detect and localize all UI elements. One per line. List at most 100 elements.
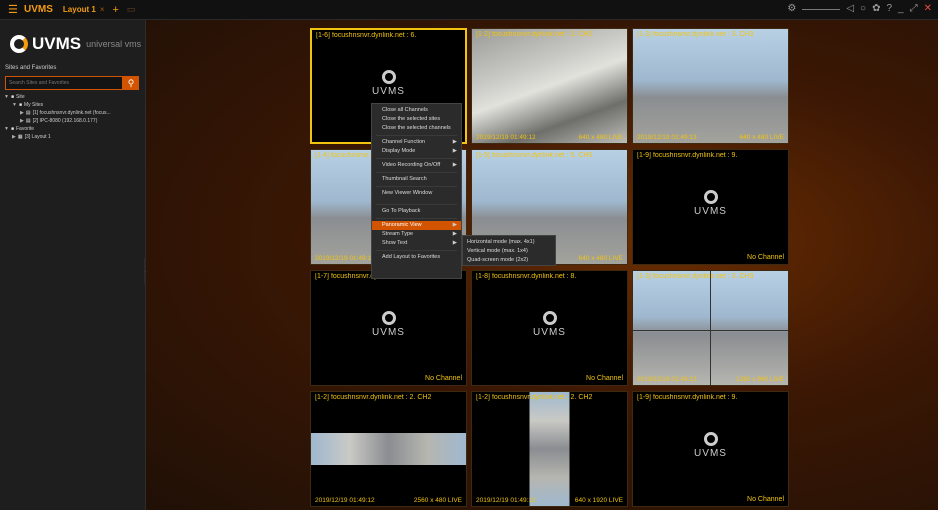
uvms-placeholder: UVMS (633, 190, 788, 217)
submenu-item-vertical-mode[interactable]: Vertical mode (max. 1x4) (463, 247, 555, 256)
tree-item-ipc-site[interactable]: ▶ ▤ [2] IPC-8080 (192.168.0.177) (0, 117, 145, 125)
video-tile[interactable]: [1-7] focushnsnvr.dynlink.net : 7. UVMS … (310, 270, 467, 386)
menu-item-go-to-playback[interactable]: Go To Playback (372, 207, 461, 216)
uvms-placeholder: UVMS (311, 311, 466, 338)
menu-item-display-mode[interactable]: Display Mode ▶ (372, 147, 461, 156)
timestamp: 2019/12/19 01:49:12 (476, 134, 536, 141)
menu-item-close-selected-channels[interactable]: Close the selected channels (372, 124, 461, 133)
title-bar: ☰ UVMS Layout 1 × + ▭ ⚙ ◁ ○ ✿ ? _ ⤢ ✕ (0, 0, 938, 20)
menu-item-channel-function[interactable]: Channel Function ▶ (372, 138, 461, 147)
menu-divider (376, 218, 457, 219)
menu-item-label: Channel Function (382, 139, 426, 145)
close-icon[interactable]: ✕ (924, 3, 932, 14)
menu-item-stream-type[interactable]: Stream Type ▶ (372, 230, 461, 239)
submenu-arrow-icon: ▶ (452, 231, 457, 237)
tile-title: [1-2] focushnsnvr.dynlink.net : 2. CH2 (476, 394, 593, 401)
logo-subtitle: universal vms (86, 39, 142, 49)
refresh-icon[interactable]: ○ (860, 3, 866, 14)
tab-layout-1[interactable]: Layout 1 (63, 5, 96, 14)
video-tile[interactable]: [1-2] focushnsnvr.dynlink.net : 2. CH2 2… (471, 391, 628, 507)
video-tile[interactable]: [1-9] focushnsnvr.dynlink.net : 9. UVMS … (632, 391, 789, 507)
menu-divider (376, 158, 457, 159)
uvms-logo-icon (10, 35, 28, 53)
tab-close-icon[interactable]: × (100, 5, 105, 14)
uvms-logo-icon (381, 311, 396, 325)
uvms-logo-icon (703, 190, 718, 204)
tile-title: [1-8] focushnsnvr.dynlink.net : 8. (476, 273, 577, 280)
placeholder-logo-text: UVMS (372, 327, 405, 338)
submenu-item-quad-screen-mode[interactable]: Quad-screen mode (2x2) (463, 256, 555, 265)
camera-feed (472, 29, 627, 143)
tree-item-nvr-site[interactable]: ▶ ▤ [1] focushnsnvr.dynlink.net (focus... (0, 109, 145, 117)
tree-item-site[interactable]: ▼ ■ Site (0, 93, 145, 101)
expand-arrow-icon[interactable]: ▶ (20, 118, 24, 124)
uvms-placeholder: UVMS (312, 70, 465, 97)
tree-item-label: [2] IPC-8080 (192.168.0.177) (32, 118, 98, 124)
folder-icon: ■ (18, 102, 22, 108)
submenu-item-horizontal-mode[interactable]: Horizontal mode (max. 4x1) (463, 238, 555, 247)
submenu-arrow-icon: ▶ (452, 162, 457, 168)
video-tile[interactable]: [1-3] focushnsnvr.dynlink.net : 3. CH3 2… (632, 28, 789, 144)
layout-icon: ▦ (17, 134, 23, 140)
tile-title: [1-3] focushnsnvr.dynlink.net : 3. CH3 (637, 273, 754, 280)
submenu-arrow-icon: ▶ (452, 240, 457, 246)
expand-arrow-icon[interactable]: ▼ (4, 126, 9, 132)
video-tile[interactable]: [1-9] focushnsnvr.dynlink.net : 9. UVMS … (632, 149, 789, 265)
uvms-logo-icon (542, 311, 557, 325)
volume-slider[interactable] (802, 3, 841, 10)
tab-options-icon[interactable]: ▭ (127, 4, 136, 15)
expand-arrow-icon[interactable]: ▼ (12, 102, 17, 108)
placeholder-logo-text: UVMS (372, 86, 405, 97)
video-tile[interactable]: [1-2] focushnsnvr.dynlink.net : 2. CH2 2… (310, 391, 467, 507)
menu-item-label: Panoramic View (382, 222, 422, 228)
tree-item-layout-1[interactable]: ▶ ▦ [3] Layout 1 (0, 133, 145, 141)
hamburger-menu-icon[interactable]: ☰ (8, 3, 20, 16)
camera-feed (633, 29, 788, 143)
search-input[interactable] (5, 76, 123, 90)
minimize-icon[interactable]: _ (898, 3, 904, 14)
uvms-placeholder: UVMS (472, 311, 627, 338)
resolution-label: 640 x 1920 LIVE (574, 497, 623, 504)
maximize-icon[interactable]: ⤢ (910, 3, 918, 14)
tree-item-label: Favorite (15, 126, 35, 132)
search-icon[interactable]: ⚲ (123, 76, 139, 90)
menu-item-video-recording[interactable]: Video Recording On/Off ▶ (372, 161, 461, 170)
context-menu: Close all Channels Close the selected si… (371, 103, 462, 279)
tile-title: [1-3] focushnsnvr.dynlink.net : 3. CH3 (637, 31, 754, 38)
video-tile[interactable]: [1-2] focushnsnvr.dynlink.net : 2. CH2 2… (471, 28, 628, 144)
tile-footer: 2019/12/19 01:49:13 640 x 480 LIVE (637, 134, 784, 141)
tile-title: [1-5] focushnsnvr.dynlink.net : 5. CH5 (476, 152, 593, 159)
tree-item-label: [1] focushnsnvr.dynlink.net (focus... (32, 110, 111, 116)
add-tab-button[interactable]: + (112, 4, 118, 16)
tree-item-favorite[interactable]: ▼ ■ Favorite (0, 125, 145, 133)
help-icon[interactable]: ? (886, 3, 892, 14)
menu-item-new-viewer-window[interactable]: New Viewer Window (372, 189, 461, 198)
folder-icon: ■ (10, 94, 14, 100)
video-tile[interactable]: [1-3] focushnsnvr.dynlink.net : 3. CH3 2… (632, 270, 789, 386)
menu-item-panoramic-view[interactable]: Panoramic View ▶ (372, 221, 461, 230)
expand-arrow-icon[interactable]: ▶ (12, 134, 16, 140)
logo: UVMS universal vms (10, 32, 145, 56)
menu-item-close-selected-sites[interactable]: Close the selected sites (372, 115, 461, 124)
gear-icon[interactable]: ✿ (872, 3, 880, 14)
window-controls: ⚙ ◁ ○ ✿ ? _ ⤢ ✕ (787, 3, 932, 14)
expand-arrow-icon[interactable]: ▼ (4, 94, 9, 100)
sidebar: UVMS universal vms Sites and Favorites ⚲… (0, 20, 146, 510)
menu-item-add-layout-favorites[interactable]: Add Layout to Favorites (372, 253, 461, 262)
tree-item-label: My Sites (23, 102, 44, 108)
tile-title: [1-6] focushnsnvr.dynlink.net : 6. (316, 32, 417, 39)
no-channel-label: No Channel (747, 496, 784, 503)
tree-item-my-sites[interactable]: ▼ ■ My Sites (0, 101, 145, 109)
menu-item-thumbnail-search[interactable]: Thumbnail Search (372, 175, 461, 184)
menu-item-show-text[interactable]: Show Text ▶ (372, 239, 461, 248)
menu-divider (376, 204, 457, 205)
video-tile[interactable]: [1-8] focushnsnvr.dynlink.net : 8. UVMS … (471, 270, 628, 386)
nvr-icon: ▤ (25, 110, 31, 116)
settings-icon[interactable]: ⚙ (787, 3, 796, 14)
menu-divider (376, 172, 457, 173)
expand-arrow-icon[interactable]: ▶ (20, 110, 24, 116)
speaker-icon[interactable]: ◁ (846, 3, 854, 14)
menu-item-close-all-channels[interactable]: Close all Channels (372, 106, 461, 115)
menu-divider (376, 135, 457, 136)
camera-feed-quad (633, 271, 788, 385)
